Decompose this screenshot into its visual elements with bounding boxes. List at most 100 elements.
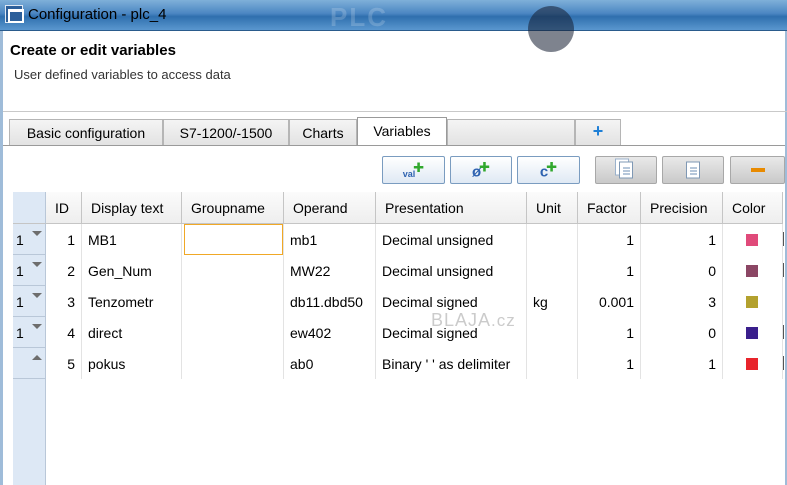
cell-operand[interactable]: ab0 xyxy=(284,348,376,379)
cell-precision[interactable]: 0 xyxy=(641,255,723,286)
cell-factor[interactable]: 1 xyxy=(578,255,641,286)
cell-unit[interactable] xyxy=(527,255,578,286)
row-header[interactable]: 1 xyxy=(13,255,46,286)
cell-id[interactable]: 2 xyxy=(46,255,82,286)
add-tab-button[interactable]: + xyxy=(575,119,621,146)
page-title: Create or edit variables xyxy=(10,42,176,59)
tab-basic-configuration[interactable]: Basic configuration xyxy=(9,119,163,146)
cell-operand[interactable]: mb1 xyxy=(284,224,376,255)
tab-strip: Basic configuration S7-1200/-1500 Charts… xyxy=(3,112,785,146)
watermark-suffix: .cz xyxy=(491,311,516,330)
groupname-edit-box[interactable] xyxy=(184,224,283,255)
remove-button[interactable] xyxy=(730,156,785,184)
row-header[interactable] xyxy=(13,348,46,379)
cell-groupname[interactable] xyxy=(182,317,284,348)
add-variable-icon: val✚ xyxy=(402,160,425,179)
tab-variables[interactable]: Variables xyxy=(357,117,447,146)
cell-factor[interactable]: 0.001 xyxy=(578,286,641,317)
background-text: PLC xyxy=(330,2,388,32)
add-variable-button[interactable]: val✚ xyxy=(382,156,445,184)
column-header-color[interactable]: Color xyxy=(723,192,783,224)
cell-operand[interactable]: ew402 xyxy=(284,317,376,348)
column-header-unit[interactable]: Unit xyxy=(527,192,578,224)
cell-groupname[interactable] xyxy=(182,348,284,379)
cell-groupname[interactable] xyxy=(182,286,284,317)
column-header-display-text[interactable]: Display text xyxy=(82,192,182,224)
cell-id[interactable]: 5 xyxy=(46,348,82,379)
cell-precision[interactable]: 3 xyxy=(641,286,723,317)
cell-id[interactable]: 4 xyxy=(46,317,82,348)
app-icon xyxy=(5,5,24,23)
next-column-stub xyxy=(783,356,787,370)
cell-presentation[interactable]: Binary ' ' as delimiter xyxy=(376,348,527,379)
cell-display-text[interactable]: Tenzometr xyxy=(82,286,182,317)
cell-color[interactable] xyxy=(723,224,783,255)
chevron-down-icon[interactable] xyxy=(32,293,42,298)
tab-s7-1200-1500[interactable]: S7-1200/-1500 xyxy=(163,119,289,146)
cell-operand[interactable]: db11.dbd50 xyxy=(284,286,376,317)
copy-button[interactable] xyxy=(595,156,657,184)
cell-display-text[interactable]: direct xyxy=(82,317,182,348)
cell-factor[interactable]: 1 xyxy=(578,348,641,379)
column-header-presentation[interactable]: Presentation xyxy=(376,192,527,224)
tab-charts[interactable]: Charts xyxy=(289,119,357,146)
chevron-up-icon[interactable] xyxy=(32,355,42,360)
cell-precision[interactable]: 1 xyxy=(641,348,723,379)
cell-color[interactable] xyxy=(723,286,783,317)
add-constant-icon: c✚ xyxy=(539,159,558,181)
cell-display-text[interactable]: pokus xyxy=(82,348,182,379)
cell-id[interactable]: 1 xyxy=(46,224,82,255)
color-swatch xyxy=(746,327,758,339)
cell-color[interactable] xyxy=(723,255,783,286)
column-header-groupname[interactable]: Groupname xyxy=(182,192,284,224)
column-header-factor[interactable]: Factor xyxy=(578,192,641,224)
chevron-down-icon[interactable] xyxy=(32,324,42,329)
chevron-down-icon[interactable] xyxy=(32,262,42,267)
cell-unit[interactable] xyxy=(527,224,578,255)
background-decoration xyxy=(528,6,574,52)
toolbar: val✚ ø✚ c✚ xyxy=(3,146,785,192)
add-constant-button[interactable]: c✚ xyxy=(517,156,580,184)
cell-display-text[interactable]: MB1 xyxy=(82,224,182,255)
color-swatch xyxy=(746,234,758,246)
row-header[interactable]: 1 xyxy=(13,317,46,348)
cell-precision[interactable]: 1 xyxy=(641,224,723,255)
cell-color[interactable] xyxy=(723,317,783,348)
cell-factor[interactable]: 1 xyxy=(578,317,641,348)
column-header-id[interactable]: ID xyxy=(46,192,82,224)
tab-label: Charts xyxy=(302,125,344,141)
cell-factor[interactable]: 1 xyxy=(578,224,641,255)
cell-color[interactable] xyxy=(723,348,783,379)
copy-icon xyxy=(619,161,633,179)
cell-id[interactable]: 3 xyxy=(46,286,82,317)
window-title: Configuration - plc_4 xyxy=(28,6,167,23)
color-swatch xyxy=(746,358,758,370)
add-operand-button[interactable]: ø✚ xyxy=(450,156,512,184)
tab-label: S7-1200/-1500 xyxy=(179,125,273,141)
watermark: BLAJA.cz xyxy=(431,310,516,331)
cell-groupname[interactable] xyxy=(182,255,284,286)
tab-empty[interactable] xyxy=(447,119,575,146)
row-header[interactable]: 1 xyxy=(13,286,46,317)
cell-unit[interactable] xyxy=(527,348,578,379)
title-bar: PLC Configuration - plc_4 xyxy=(0,0,787,52)
cell-unit[interactable] xyxy=(527,317,578,348)
cell-groupname[interactable] xyxy=(182,224,284,255)
paste-button[interactable] xyxy=(662,156,724,184)
cell-display-text[interactable]: Gen_Num xyxy=(82,255,182,286)
tab-label: Basic configuration xyxy=(26,125,146,141)
grid-corner[interactable] xyxy=(13,192,46,224)
cell-presentation[interactable]: Decimal unsigned xyxy=(376,255,527,286)
row-number: 1 xyxy=(16,325,24,341)
cell-operand[interactable]: MW22 xyxy=(284,255,376,286)
chevron-down-icon[interactable] xyxy=(32,231,42,236)
row-header[interactable]: 1 xyxy=(13,224,46,255)
next-column-stub xyxy=(783,232,787,246)
cell-presentation[interactable]: Decimal unsigned xyxy=(376,224,527,255)
column-header-operand[interactable]: Operand xyxy=(284,192,376,224)
column-header-precision[interactable]: Precision xyxy=(641,192,723,224)
cell-unit[interactable]: kg xyxy=(527,286,578,317)
paste-icon xyxy=(686,161,700,179)
window-frame-left xyxy=(0,31,3,485)
cell-precision[interactable]: 0 xyxy=(641,317,723,348)
